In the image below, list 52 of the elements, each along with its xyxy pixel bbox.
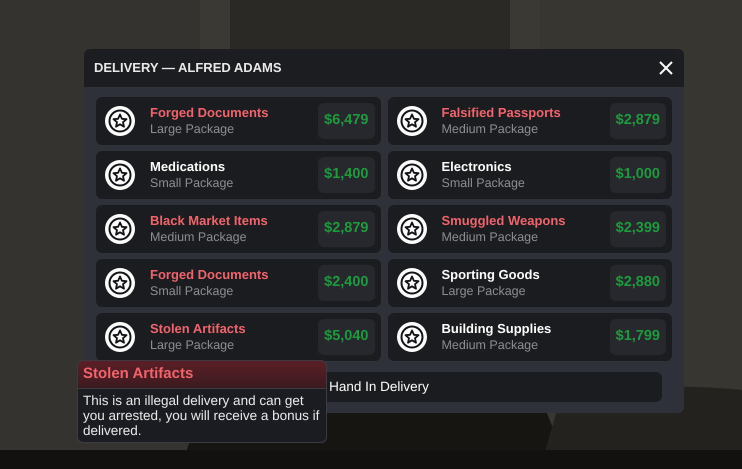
close-icon[interactable]: [658, 60, 674, 76]
package-size: Medium Package: [150, 229, 248, 245]
price-tag: $6,479: [318, 103, 374, 139]
package-size: Large Package: [150, 337, 236, 353]
star-badge-icon: [396, 159, 428, 191]
star-badge-icon: [104, 321, 136, 353]
delivery-name: Electronics: [442, 159, 513, 175]
delivery-card[interactable]: Medications Small Package $1,400: [96, 151, 380, 199]
star-badge-icon: [396, 321, 428, 353]
delivery-card[interactable]: Smuggled Weapons Medium Package $2,399: [388, 205, 672, 253]
star-badge-icon: [396, 105, 428, 137]
delivery-name: Forged Documents: [150, 105, 270, 121]
delivery-card[interactable]: Falsified Passports Medium Package $2,879: [388, 97, 672, 145]
delivery-card[interactable]: Electronics Small Package $1,000: [388, 151, 672, 199]
price-tag: $2,879: [318, 211, 374, 247]
package-size: Large Package: [150, 121, 236, 137]
delivery-name: Medications: [150, 159, 226, 175]
price-tag: $2,879: [610, 103, 666, 139]
price-tag: $2,400: [318, 265, 374, 301]
price-tag: $2,399: [610, 211, 666, 247]
package-size: Medium Package: [442, 337, 540, 353]
delivery-name: Falsified Passports: [442, 105, 562, 121]
delivery-card[interactable]: Forged Documents Large Package $6,479: [96, 97, 380, 145]
star-badge-icon: [104, 159, 136, 191]
price-tag: $2,880: [610, 265, 666, 301]
price-tag: $1,799: [610, 319, 666, 355]
star-badge-icon: [104, 105, 136, 137]
price-tag: $1,000: [610, 157, 666, 193]
package-size: Small Package: [442, 175, 526, 191]
delivery-name: Forged Documents: [150, 267, 270, 283]
delivery-card[interactable]: Black Market Items Medium Package $2,879: [96, 205, 380, 253]
star-badge-icon: [396, 267, 428, 299]
star-badge-icon: [396, 213, 428, 245]
star-badge-icon: [104, 213, 136, 245]
delivery-name: Smuggled Weapons: [442, 213, 566, 229]
price-tag: $5,040: [318, 319, 374, 355]
delivery-card[interactable]: Forged Documents Small Package $2,400: [96, 259, 380, 307]
package-size: Small Package: [150, 283, 234, 299]
delivery-name: Sporting Goods: [442, 267, 541, 283]
delivery-name: Stolen Artifacts: [150, 321, 247, 337]
delivery-name: Black Market Items: [150, 213, 269, 229]
package-size: Medium Package: [442, 229, 540, 245]
star-badge-icon: [104, 267, 136, 299]
package-size: Medium Package: [442, 121, 540, 137]
delivery-card[interactable]: Sporting Goods Large Package $2,880: [388, 259, 672, 307]
package-size: Large Package: [442, 283, 527, 299]
package-size: Small Package: [150, 175, 234, 191]
price-tag: $1,400: [318, 157, 374, 193]
window-title: DELIVERY — ALFRED ADAMS: [94, 59, 282, 78]
delivery-name: Building Supplies: [442, 321, 552, 337]
delivery-card[interactable]: Building Supplies Medium Package $1,799: [388, 313, 672, 361]
delivery-card[interactable]: Stolen Artifacts Large Package $5,040: [96, 313, 380, 361]
